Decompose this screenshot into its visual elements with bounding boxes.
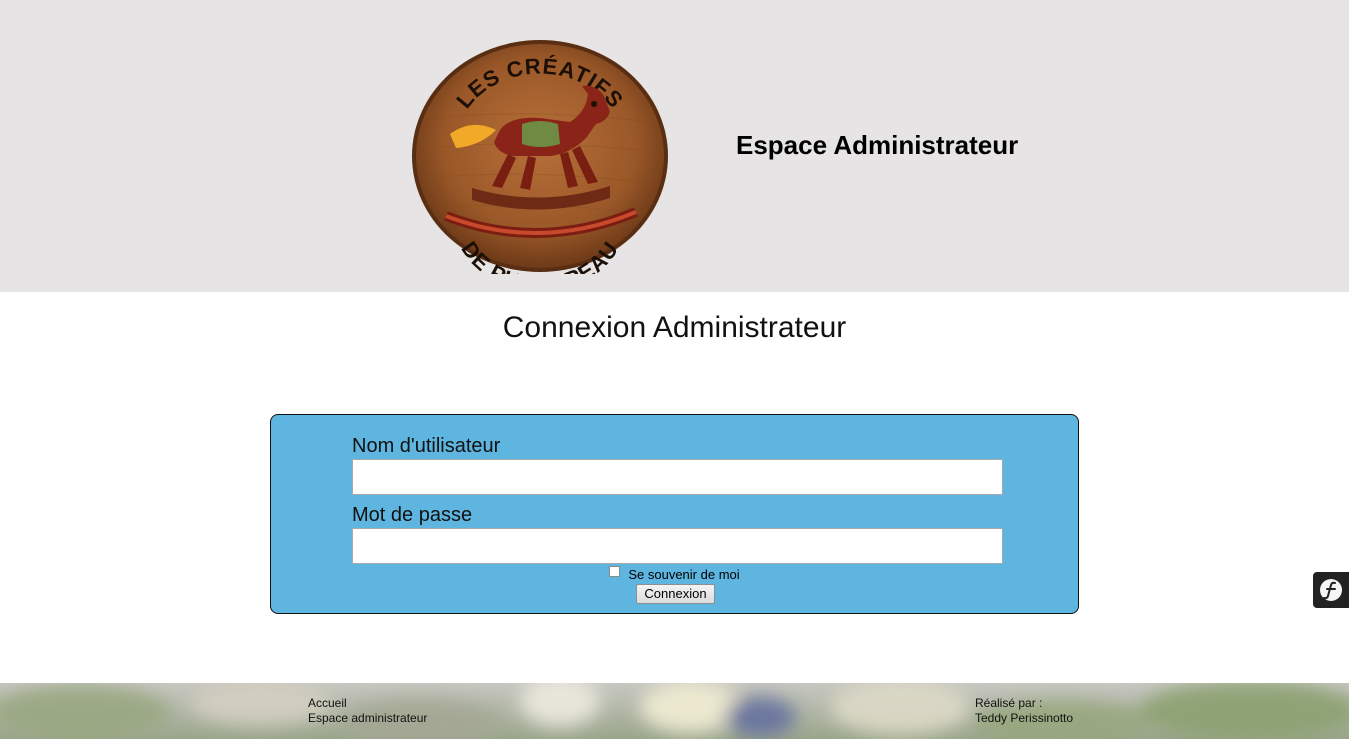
login-form: Nom d'utilisateur Mot de passe Se souven… (270, 414, 1079, 614)
footer-link-admin[interactable]: Espace administrateur (308, 711, 427, 726)
remember-me-checkbox[interactable] (609, 566, 621, 577)
login-submit-button[interactable]: Connexion (636, 584, 715, 604)
footer-credit-label: Réalisé par : (975, 696, 1043, 710)
header-title: Espace Administrateur (736, 130, 1019, 160)
site-header: LES CRÉATIFS DE PUYGAREAU Espace Adminis… (0, 0, 1349, 292)
debug-toolbar-toggle[interactable] (1313, 572, 1349, 608)
username-input[interactable] (352, 459, 1003, 495)
page: LES CRÉATIFS DE PUYGAREAU Espace Adminis… (0, 0, 1349, 739)
footer-link-home[interactable]: Accueil (308, 696, 347, 711)
remember-me-label[interactable]: Se souvenir de moi (628, 567, 739, 582)
password-label: Mot de passe (352, 504, 473, 526)
symfony-icon (1320, 579, 1342, 601)
username-label: Nom d'utilisateur (352, 435, 501, 457)
password-input[interactable] (352, 528, 1003, 564)
footer-credit-name: Teddy Perissinotto (975, 711, 1074, 725)
remember-me-row: Se souvenir de moi (271, 566, 1078, 583)
footer-background-image (0, 683, 1349, 739)
site-logo[interactable]: LES CRÉATIFS DE PUYGAREAU (410, 38, 670, 274)
page-title: Connexion Administrateur (502, 311, 847, 344)
site-footer: Accueil Espace administrateur Réalisé pa… (0, 683, 1349, 739)
